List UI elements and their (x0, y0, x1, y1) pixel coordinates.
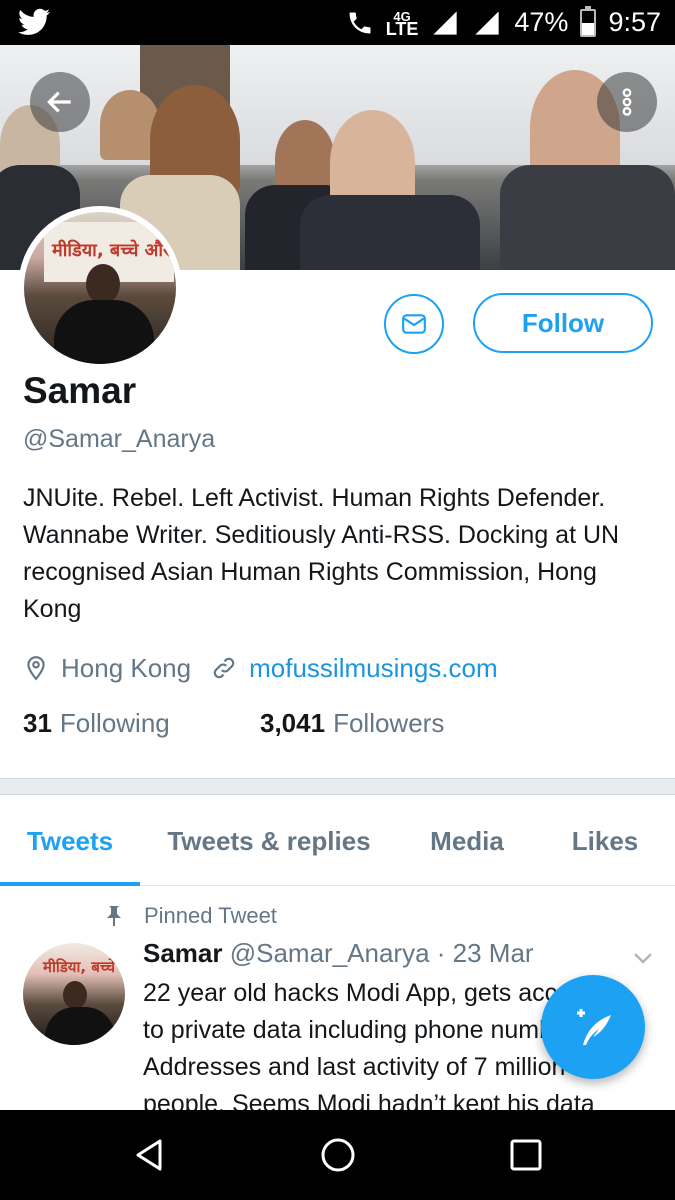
profile-handle: @Samar_Anarya (23, 425, 216, 453)
android-nav-bar (0, 1110, 675, 1200)
nav-recents-icon[interactable] (506, 1135, 546, 1175)
following-number: 31 (23, 708, 52, 738)
signal-icon (433, 10, 458, 35)
profile-website-link[interactable]: mofussilmusings.com (249, 653, 498, 684)
tab-likes[interactable]: Likes (545, 796, 665, 886)
location-pin-icon (27, 656, 45, 681)
compose-tweet-button[interactable] (541, 975, 645, 1079)
following-label: Following (59, 708, 170, 738)
signal-icon (475, 10, 500, 35)
status-bar: 4G LTE 47% 9:57 (0, 0, 675, 45)
tweet-author-avatar[interactable]: मीडिया, बच्चे (23, 943, 125, 1045)
compose-tweet-icon (577, 1009, 611, 1045)
tab-media[interactable]: Media (405, 796, 529, 886)
arrow-left-icon (47, 91, 71, 113)
tweet-author-name[interactable]: Samar (143, 938, 223, 968)
back-button[interactable] (30, 72, 90, 132)
profile-tabs: Tweets Tweets & replies Media Likes (0, 796, 675, 886)
more-vertical-icon (622, 88, 632, 116)
twitter-bird-icon (18, 8, 50, 35)
message-button[interactable] (384, 294, 444, 354)
battery-percent: 47% (514, 7, 569, 37)
nav-back-icon[interactable] (130, 1135, 170, 1175)
more-options-button[interactable] (597, 72, 657, 132)
avatar-banner-text: मीडिया, बच्चे और (52, 240, 171, 261)
chevron-down-icon[interactable] (632, 950, 654, 966)
profile-location: Hong Kong (61, 652, 192, 683)
profile-bio: JNUite. Rebel. Left Activist. Human Righ… (23, 484, 620, 623)
envelope-icon (402, 314, 426, 334)
tab-tweets[interactable]: Tweets (0, 796, 140, 886)
nav-home-icon[interactable] (318, 1135, 358, 1175)
followers-label: Followers (333, 708, 445, 738)
following-count[interactable]: 31 Following (23, 708, 260, 739)
tab-tweets-replies[interactable]: Tweets & replies (150, 796, 388, 886)
phone-wifi-icon (349, 12, 371, 33)
profile-name: Samar (23, 370, 137, 411)
network-indicator: 4G LTE (385, 10, 419, 39)
follow-button[interactable]: Follow (473, 293, 653, 353)
link-icon (213, 657, 235, 679)
tweet-header: Samar @Samar_Anarya · 23 Mar (143, 938, 534, 969)
pin-icon (107, 906, 121, 926)
followers-count[interactable]: 3,041 Followers (260, 708, 444, 739)
followers-number: 3,041 (260, 708, 326, 738)
follow-counts: 31 Following 3,041 Followers (23, 708, 444, 739)
tweet-author-meta: @Samar_Anarya · 23 Mar (229, 938, 534, 968)
pinned-text: Pinned Tweet (144, 903, 277, 928)
profile-avatar[interactable]: मीडिया, बच्चे और (18, 206, 182, 370)
pinned-tweet-label: Pinned Tweet (104, 903, 277, 929)
clock: 9:57 (608, 7, 661, 37)
network-lte: LTE (385, 18, 419, 39)
section-divider (0, 778, 675, 795)
battery-icon (580, 5, 597, 37)
profile-meta: Hong Kong mofussilmusings.com (23, 650, 498, 686)
